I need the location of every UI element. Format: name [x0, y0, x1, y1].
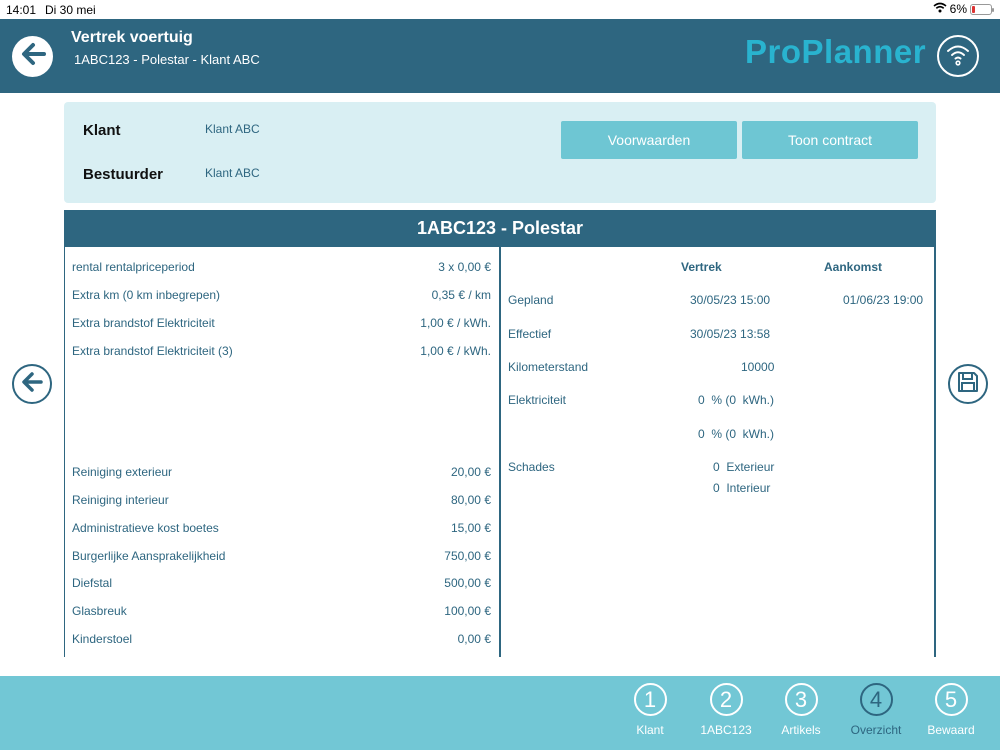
schades-interieur-value: 0 Interieur — [713, 481, 771, 495]
pricing-row: rental rentalpriceperiod 3 x 0,00 € — [65, 260, 499, 278]
voorwaarden-button[interactable]: Voorwaarden — [561, 121, 737, 159]
step-bewaard[interactable]: 5 Bewaard — [911, 683, 991, 737]
status-bar: 14:01 Di 30 mei 6% — [0, 0, 1000, 19]
step-label: Klant — [636, 723, 664, 737]
pricing-label: rental rentalpriceperiod — [72, 260, 195, 274]
status-date: Di 30 mei — [45, 3, 96, 17]
step-number: 5 — [934, 683, 968, 716]
pricing-row: Kinderstoel 0,00 € — [65, 632, 499, 650]
toon-contract-button[interactable]: Toon contract — [742, 121, 918, 159]
pricing-label: Reiniging interieur — [72, 493, 169, 507]
pricing-label: Extra km (0 km inbegrepen) — [72, 288, 221, 302]
step-overzicht[interactable]: 4 Overzicht — [836, 683, 916, 737]
customer-info-panel: Klant Klant ABC Bestuurder Klant ABC Voo… — [64, 102, 936, 203]
pricing-value: 20,00 € — [450, 465, 491, 479]
wifi-icon — [944, 40, 972, 73]
pricing-row: Reiniging exterieur 20,00 € — [65, 465, 499, 483]
elektriciteit-label: Elektriciteit — [508, 393, 567, 407]
elektriciteit-value: 0 % (0 kWh.) — [698, 393, 775, 407]
pricing-row: Glasbreuk 100,00 € — [65, 604, 499, 622]
proplanner-logo: ProPlanner — [745, 33, 927, 70]
status-right: 6% — [933, 2, 994, 16]
arrow-left-icon — [19, 369, 45, 400]
step-klant[interactable]: 1 Klant — [610, 683, 690, 737]
status-time: 14:01 — [6, 3, 37, 17]
pricing-value: 3 x 0,00 € — [438, 260, 491, 274]
klant-value: Klant ABC — [205, 122, 260, 136]
pricing-value: 500,00 € — [444, 576, 491, 590]
details-column: Vertrek Aankomst Gepland 30/05/23 15:00 … — [501, 247, 936, 657]
pricing-label: Glasbreuk — [72, 604, 127, 618]
pricing-row: Reiniging interieur 80,00 € — [65, 493, 499, 511]
pricing-value: 80,00 € — [450, 493, 491, 507]
connection-status-button[interactable] — [937, 35, 979, 77]
schades-exterieur-value: 0 Exterieur — [713, 460, 775, 474]
vehicle-title-bar: 1ABC123 - Polestar — [64, 210, 936, 247]
pricing-label: Burgerlijke Aansprakelijkheid — [72, 549, 226, 563]
step-number: 2 — [709, 683, 743, 716]
header: Vertrek voertuig 1ABC123 - Polestar - Kl… — [0, 19, 1000, 93]
pricing-row: Extra km (0 km inbegrepen) 0,35 € / km — [65, 288, 499, 306]
pricing-row: Administratieve kost boetes 15,00 € — [65, 521, 499, 539]
pricing-row: Extra brandstof Elektriciteit 1,00 € / kW… — [65, 316, 499, 334]
step-vehicle[interactable]: 2 1ABC123 — [686, 683, 766, 737]
pricing-value: 0,35 € / km — [431, 288, 491, 302]
pricing-label: Kinderstoel — [72, 632, 133, 646]
battery-percent: 6% — [949, 2, 967, 16]
gepland-aankomst-value: 01/06/23 19:00 — [843, 293, 924, 307]
pricing-label: Extra brandstof Elektriciteit — [72, 316, 215, 330]
page-subtitle: 1ABC123 - Polestar - Klant ABC — [74, 52, 260, 67]
aankomst-header: Aankomst — [824, 260, 883, 274]
pricing-value: 1,00 € / kWh. — [420, 316, 491, 330]
step-label: 1ABC123 — [700, 723, 752, 737]
save-button[interactable] — [948, 364, 988, 404]
pricing-value: 750,00 € — [444, 549, 491, 563]
elektriciteit-value-2: 0 % (0 kWh.) — [698, 427, 775, 441]
pricing-column: rental rentalpriceperiod 3 x 0,00 € Extra… — [64, 247, 501, 657]
pricing-label: Diefstal — [72, 576, 113, 590]
pricing-value: 100,00 € — [444, 604, 491, 618]
effectief-label: Effectief — [508, 327, 552, 341]
pricing-value: 0,00 € — [457, 632, 491, 646]
step-label: Overzicht — [850, 723, 902, 737]
arrow-left-icon — [18, 39, 48, 74]
step-label: Bewaard — [927, 723, 975, 737]
bestuurder-value: Klant ABC — [205, 166, 260, 180]
pricing-label: Reiniging exterieur — [72, 465, 173, 479]
kilometerstand-value: 10000 — [741, 360, 775, 374]
vertrek-header: Vertrek — [681, 260, 722, 274]
previous-button[interactable] — [12, 364, 52, 404]
bestuurder-label: Bestuurder — [83, 166, 164, 183]
pricing-label: Administratieve kost boetes — [72, 521, 219, 535]
step-footer: 1 Klant 2 1ABC123 3 Artikels 4 Overzicht… — [0, 676, 1000, 750]
battery-icon — [970, 3, 994, 15]
pricing-row: Diefstal 500,00 € — [65, 576, 499, 594]
pricing-value: 1,00 € / kWh. — [420, 344, 491, 358]
step-number: 3 — [784, 683, 818, 716]
step-number: 4 — [859, 683, 893, 716]
kilometerstand-label: Kilometerstand — [508, 360, 589, 374]
step-label: Artikels — [781, 723, 821, 737]
step-number: 1 — [633, 683, 667, 716]
header-back-button[interactable] — [12, 36, 53, 77]
pricing-value: 15,00 € — [450, 521, 491, 535]
save-icon — [956, 370, 980, 399]
pricing-row: Extra brandstof Elektriciteit (3) 1,00 € … — [65, 344, 499, 362]
schades-label: Schades — [508, 460, 555, 474]
gepland-label: Gepland — [508, 293, 554, 307]
effectief-vertrek-value: 30/05/23 13:58 — [690, 327, 771, 341]
page-title: Vertrek voertuig — [71, 29, 193, 46]
step-artikels[interactable]: 3 Artikels — [761, 683, 841, 737]
gepland-vertrek-value: 30/05/23 15:00 — [690, 293, 771, 307]
pricing-row: Burgerlijke Aansprakelijkheid 750,00 € — [65, 549, 499, 567]
pricing-label: Extra brandstof Elektriciteit (3) — [72, 344, 233, 358]
klant-label: Klant — [83, 122, 121, 139]
wifi-status-icon — [933, 2, 947, 16]
